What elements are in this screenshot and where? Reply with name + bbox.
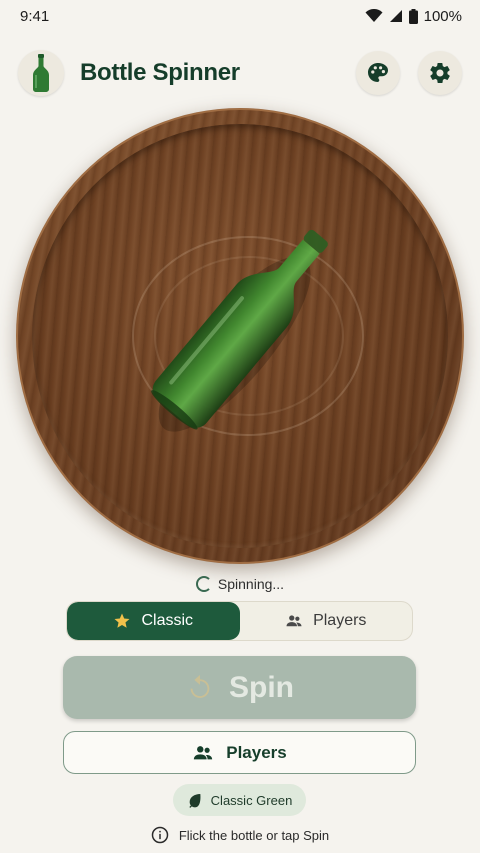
wifi-icon — [365, 9, 383, 22]
tab-classic-label: Classic — [141, 612, 194, 629]
battery-percent: 100% — [423, 7, 462, 25]
theme-palette-button[interactable] — [356, 51, 400, 95]
leaf-icon — [189, 794, 201, 808]
hint: Flick the bottle or tap Spin — [0, 824, 480, 846]
info-icon — [151, 826, 169, 844]
settings-button[interactable] — [418, 51, 462, 95]
hint-text: Flick the bottle or tap Spin — [178, 827, 330, 843]
players-button[interactable]: Players — [63, 731, 416, 774]
status-right: 100% — [365, 8, 462, 25]
app-logo — [18, 50, 64, 96]
app-title: Bottle Spinner — [80, 59, 240, 86]
theme-chip-label: Classic Green — [210, 792, 293, 808]
spin-button-label: Spin — [229, 670, 294, 704]
loading-spinner-icon — [195, 576, 212, 592]
spin-status: Spinning... — [0, 573, 480, 595]
tab-players[interactable]: Players — [240, 602, 413, 640]
people-icon — [286, 615, 302, 627]
bottle-logo-icon — [33, 54, 49, 92]
tab-classic[interactable]: Classic — [67, 602, 240, 640]
palette-icon — [368, 63, 388, 82]
spin-board[interactable] — [16, 108, 464, 564]
theme-chip[interactable]: Classic Green — [173, 784, 306, 816]
spin-button[interactable]: Spin — [63, 656, 416, 719]
status-time: 9:41 — [20, 7, 50, 25]
replay-icon — [190, 674, 210, 698]
app-header: Bottle Spinner — [0, 44, 480, 102]
tab-players-label: Players — [313, 612, 367, 629]
spin-status-text: Spinning... — [217, 576, 285, 592]
battery-icon — [408, 8, 418, 24]
status-bar: 9:41 100% — [0, 0, 480, 32]
star-icon — [114, 613, 130, 628]
signal-icon — [389, 10, 402, 22]
mode-toggle: Classic Players — [66, 601, 413, 641]
players-button-label: Players — [226, 742, 287, 762]
people-icon — [194, 745, 213, 759]
header-actions — [356, 51, 462, 95]
gear-icon — [430, 63, 450, 83]
bottle[interactable] — [16, 108, 464, 564]
status-icons — [365, 8, 418, 24]
